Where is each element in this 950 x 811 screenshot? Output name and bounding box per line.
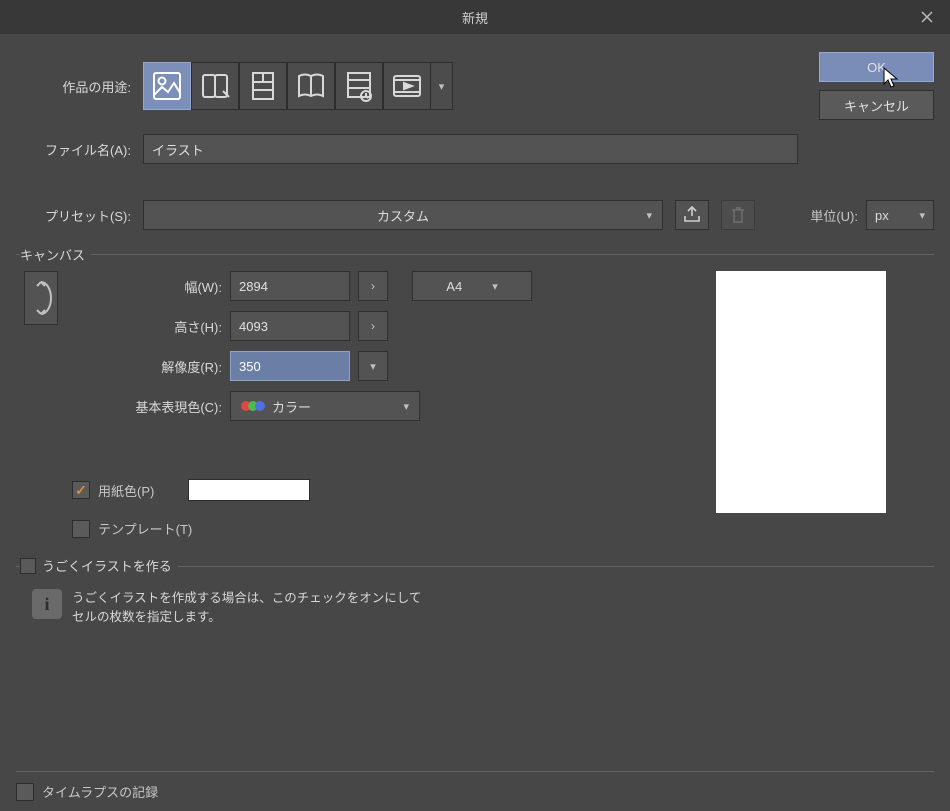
timelapse-section: タイムラプスの記録 — [16, 771, 934, 801]
colormode-label: 基本表現色(C): — [72, 397, 222, 416]
chevron-down-icon: ▾ — [919, 209, 925, 222]
rgb-icon — [241, 401, 262, 411]
colormode-select[interactable]: カラー ▾ — [230, 391, 420, 421]
canvas-preview — [716, 271, 886, 513]
preset-select[interactable]: カスタム ▾ — [143, 200, 663, 230]
animation-icon — [390, 69, 424, 103]
moving-illust-section: うごくイラストを作る i うごくイラストを作成する場合は、このチェックをオンにし… — [16, 566, 934, 637]
timelapse-label: タイムラプスの記録 — [42, 782, 158, 801]
title-bar: 新規 — [0, 0, 950, 34]
chevron-right-icon: › — [371, 279, 375, 293]
orientation-toggle[interactable] — [24, 271, 58, 325]
show-icon — [342, 69, 376, 103]
chevron-down-icon: ▾ — [403, 400, 409, 413]
purpose-more[interactable]: ▾ — [431, 62, 453, 110]
illustration-icon — [150, 69, 184, 103]
paper-color-well[interactable] — [188, 479, 310, 501]
purpose-comic[interactable] — [191, 62, 239, 110]
purpose-print[interactable] — [287, 62, 335, 110]
paper-color-checkbox[interactable]: ✓ — [72, 481, 90, 499]
moving-illust-info: うごくイラストを作成する場合は、このチェックをオンにして セルの枚数を指定します… — [72, 589, 421, 627]
ok-button[interactable]: OK — [819, 52, 934, 82]
paper-color-label: 用紙色(P) — [98, 481, 154, 500]
chevron-down-icon: ▾ — [492, 280, 498, 293]
template-label: テンプレート(T) — [98, 519, 192, 538]
webtoon-icon — [246, 69, 280, 103]
filename-input[interactable] — [143, 134, 798, 164]
chevron-down-icon: ▾ — [439, 80, 445, 93]
chevron-right-icon: › — [371, 319, 375, 333]
preset-value: カスタム — [377, 206, 429, 225]
preset-delete-button[interactable] — [721, 200, 755, 230]
save-preset-icon — [682, 206, 702, 224]
resolution-dropdown[interactable]: ▾ — [358, 351, 388, 381]
moving-illust-checkbox[interactable] — [20, 558, 36, 574]
purpose-toolbar: ▾ — [143, 62, 453, 110]
unit-value: px — [875, 208, 889, 223]
colormode-value: カラー — [272, 397, 311, 416]
book-icon — [294, 69, 328, 103]
canvas-legend: キャンバス — [20, 245, 91, 264]
cancel-button[interactable]: キャンセル — [819, 90, 934, 120]
width-arrow[interactable]: › — [358, 271, 388, 301]
rotate-icon — [30, 278, 52, 318]
timelapse-checkbox[interactable] — [16, 783, 34, 801]
resolution-label: 解像度(R): — [72, 357, 222, 376]
width-label: 幅(W): — [72, 277, 222, 296]
chevron-down-icon: ▾ — [646, 209, 652, 222]
height-arrow[interactable]: › — [358, 311, 388, 341]
template-checkbox[interactable] — [72, 520, 90, 538]
trash-icon — [730, 206, 746, 224]
purpose-show[interactable] — [335, 62, 383, 110]
preset-save-button[interactable] — [675, 200, 709, 230]
chevron-down-icon: ▾ — [370, 360, 376, 373]
info-icon: i — [32, 589, 62, 619]
canvas-section: キャンバス 幅(W): › A4 — [16, 254, 934, 548]
purpose-webtoon[interactable] — [239, 62, 287, 110]
window-title: 新規 — [462, 8, 488, 27]
preset-label: プリセット(S): — [16, 206, 131, 225]
height-input[interactable] — [230, 311, 350, 341]
size-preset-value: A4 — [446, 279, 462, 294]
filename-label: ファイル名(A): — [16, 140, 131, 159]
unit-label: 単位(U): — [810, 206, 858, 225]
check-icon: ✓ — [75, 482, 87, 499]
close-button[interactable] — [916, 6, 938, 28]
unit-select[interactable]: px ▾ — [866, 200, 934, 230]
height-label: 高さ(H): — [72, 317, 222, 336]
moving-illust-legend: うごくイラストを作る — [42, 556, 172, 575]
width-input[interactable] — [230, 271, 350, 301]
close-icon — [920, 10, 934, 24]
cancel-label: キャンセル — [844, 96, 909, 115]
resolution-input[interactable] — [230, 351, 350, 381]
cursor-icon — [882, 67, 900, 89]
comic-icon — [198, 69, 232, 103]
size-preset-select[interactable]: A4 ▾ — [412, 271, 532, 301]
purpose-label: 作品の用途: — [16, 77, 131, 96]
purpose-illustration[interactable] — [143, 62, 191, 110]
purpose-animation[interactable] — [383, 62, 431, 110]
